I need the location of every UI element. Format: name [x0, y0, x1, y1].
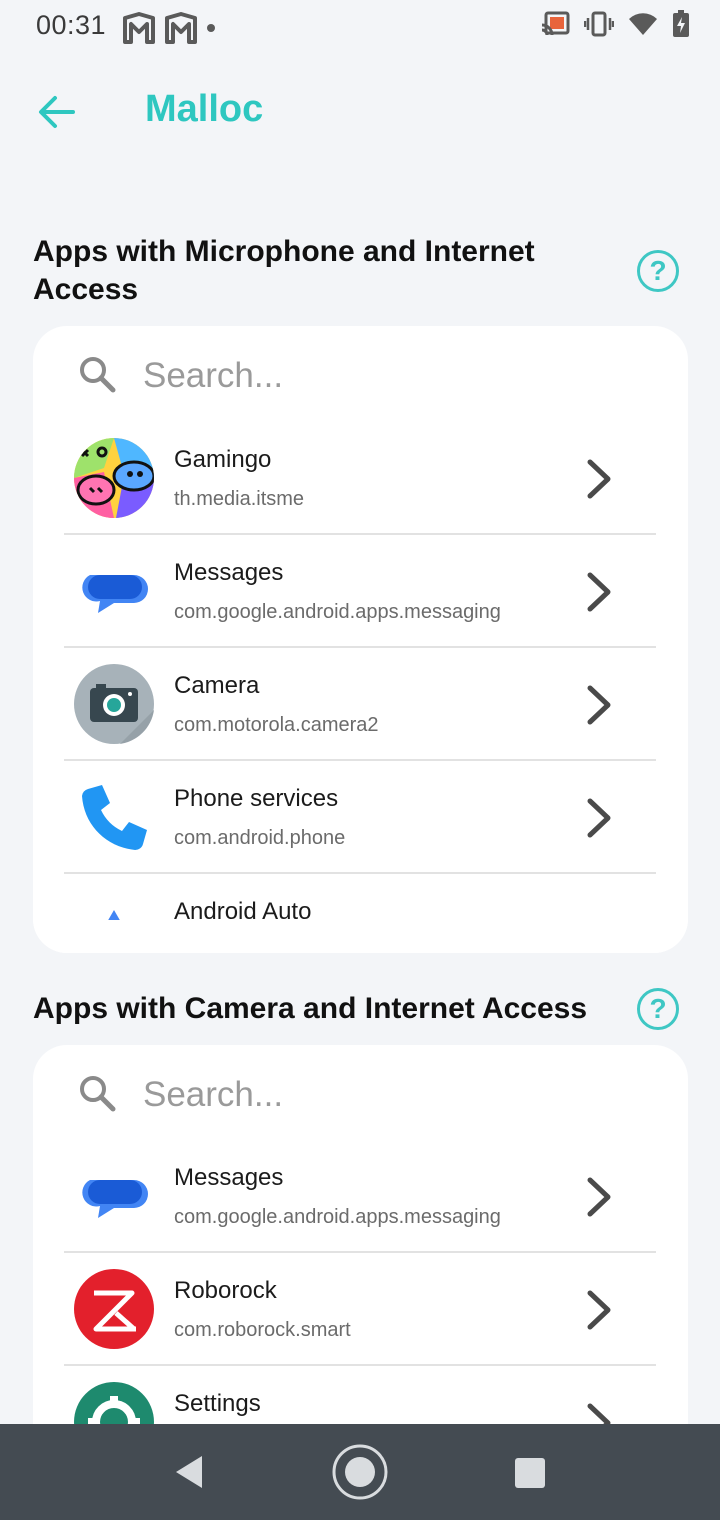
chevron-right-icon [587, 685, 611, 725]
cast-icon [541, 11, 570, 36]
nav-recents-icon[interactable] [514, 1457, 546, 1489]
camera-section-title: Apps with Camera and Internet Access [33, 992, 588, 1025]
page-title: Malloc [145, 88, 264, 130]
help-icon: ? [649, 993, 667, 1024]
app-package: com.google.android.apps.messaging [174, 601, 501, 623]
status-notification-icons [122, 12, 216, 44]
help-icon: ? [649, 255, 667, 286]
messages-icon [82, 575, 148, 613]
app-name: Roborock [174, 1277, 277, 1304]
arrow-back-icon [39, 96, 75, 128]
app-package: com.google.android.apps.messaging [174, 1206, 501, 1228]
microphone-help-button[interactable]: ? [637, 250, 679, 292]
app-package: th.media.itsme [174, 488, 305, 510]
nav-back-icon[interactable] [170, 1452, 210, 1492]
phone-icon [82, 785, 147, 851]
app-row-roborock[interactable]: Roborock com.roborock.smart [64, 1253, 656, 1366]
wifi-icon [629, 13, 657, 35]
malloc-shield-icon [123, 12, 155, 44]
app-name: Messages [174, 559, 284, 586]
app-package: com.roborock.smart [174, 1319, 351, 1341]
malloc-shield-icon [165, 12, 197, 44]
app-bar: Malloc [0, 72, 720, 152]
chevron-right-icon [587, 1177, 611, 1217]
gamingo-icon [74, 438, 154, 518]
status-time: 00:31 [36, 10, 107, 40]
search-icon [80, 357, 116, 393]
back-button[interactable] [34, 90, 78, 134]
camera-apps-card: Messages com.google.android.apps.messagi… [33, 1045, 688, 1465]
app-package: com.motorola.camera2 [174, 714, 379, 736]
status-bar: 00:31 [0, 0, 720, 56]
app-row-phone-services[interactable]: Phone services com.android.phone [64, 761, 656, 874]
camera-help-button[interactable]: ? [637, 988, 679, 1030]
app-row-messages[interactable]: Messages com.google.android.apps.messagi… [64, 1140, 656, 1253]
camera-search-row [33, 1045, 688, 1145]
chevron-right-icon [587, 459, 611, 499]
chevron-right-icon [587, 572, 611, 612]
chevron-right-icon [587, 798, 611, 838]
search-icon [80, 1076, 116, 1112]
microphone-search-input[interactable] [143, 350, 623, 402]
camera-icon [74, 664, 154, 744]
app-row-camera[interactable]: Camera com.motorola.camera2 [64, 648, 656, 761]
nav-home-icon[interactable] [331, 1443, 389, 1501]
app-name: Messages [174, 1164, 284, 1191]
list-scroll-fade [33, 920, 688, 953]
navigation-bar [0, 1424, 720, 1520]
app-row-gamingo[interactable]: Gamingo th.media.itsme [64, 422, 656, 535]
chevron-right-icon [587, 1290, 611, 1330]
app-row-messages[interactable]: Messages com.google.android.apps.messagi… [64, 535, 656, 648]
battery-charging-icon [673, 10, 689, 37]
camera-search-input[interactable] [143, 1069, 623, 1121]
microphone-apps-card: Gamingo th.media.itsme Messages com.goog… [33, 326, 688, 953]
app-name: Camera [174, 672, 260, 699]
notification-dot-icon [207, 24, 215, 32]
microphone-section-title: Apps with Microphone and Internet Access [33, 235, 535, 306]
vibrate-icon [584, 11, 614, 37]
app-name: Gamingo [174, 446, 272, 473]
app-name: Settings [174, 1390, 261, 1417]
app-package: com.android.phone [174, 827, 346, 849]
app-name: Phone services [174, 785, 339, 812]
roborock-icon [74, 1269, 154, 1349]
status-system-icons [540, 10, 690, 38]
messages-icon [82, 1180, 148, 1218]
microphone-search-row [33, 326, 688, 426]
